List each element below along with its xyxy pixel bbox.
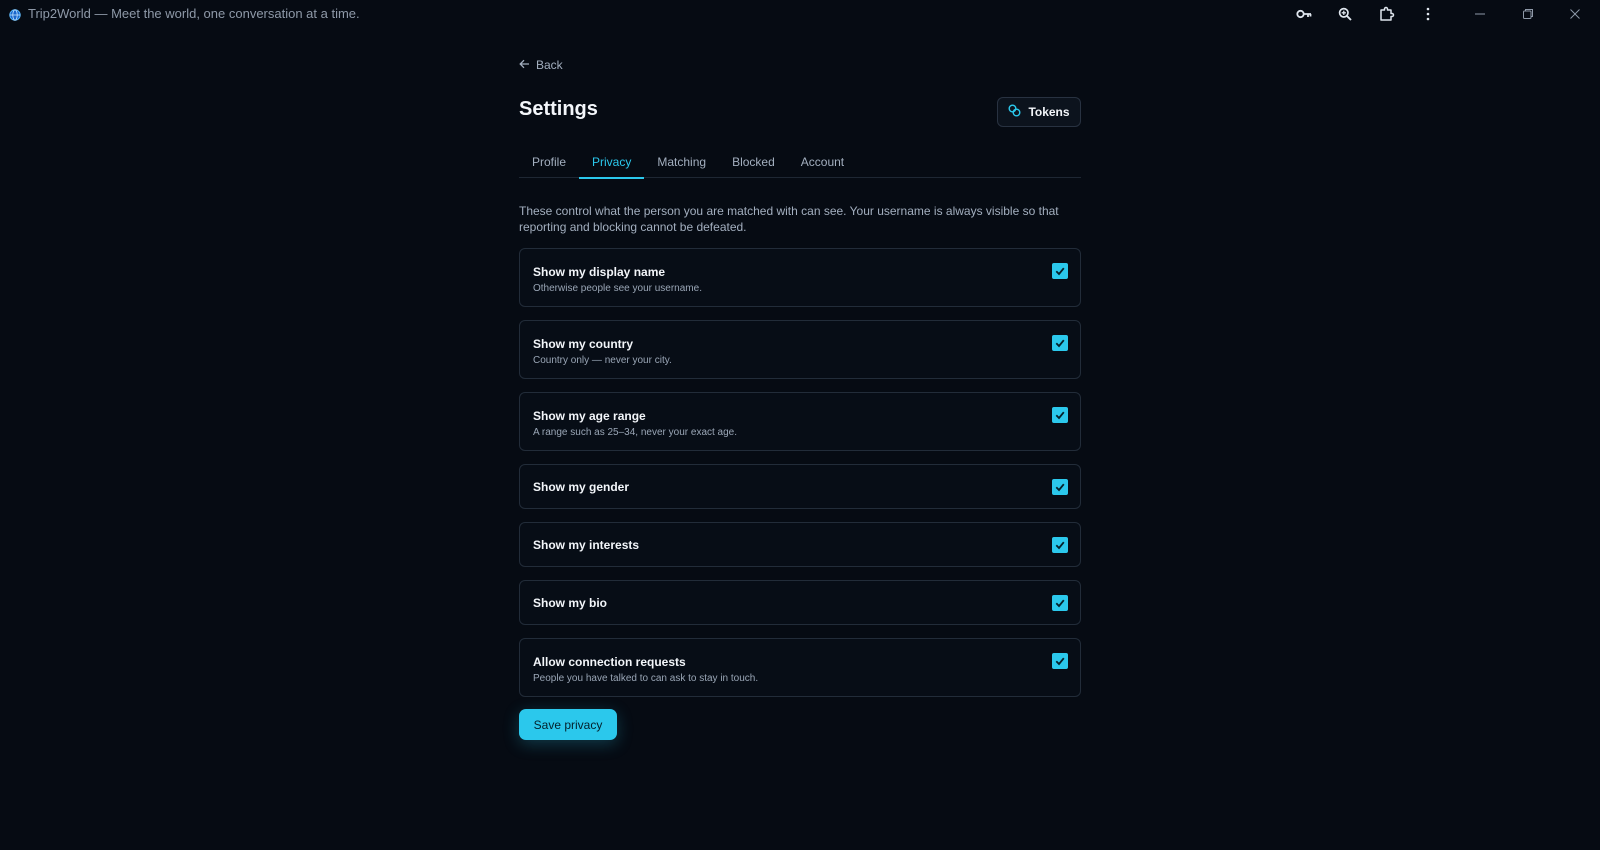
key-icon[interactable] (1293, 4, 1315, 24)
window-title: Trip2World — Meet the world, one convers… (28, 6, 360, 21)
display-name-checkbox[interactable] (1052, 263, 1068, 279)
option-title: Show my country (533, 337, 634, 351)
check-icon (1055, 267, 1065, 276)
more-menu-icon[interactable] (1417, 4, 1439, 24)
option-title: Show my display name (533, 265, 666, 279)
check-icon (1055, 657, 1065, 666)
option-title: Show my bio (533, 596, 608, 610)
option-age-range: Show my age range A range such as 25–34,… (519, 392, 1081, 451)
window-titlebar: Trip2World — Meet the world, one convers… (0, 0, 1600, 28)
option-country: Show my country Country only — never you… (519, 320, 1081, 379)
gender-checkbox[interactable] (1052, 479, 1068, 495)
arrow-left-icon (519, 58, 530, 72)
option-interests: Show my interests (519, 522, 1081, 567)
check-icon (1055, 541, 1065, 550)
save-privacy-button[interactable]: Save privacy (519, 709, 617, 740)
check-icon (1055, 339, 1065, 348)
option-description: A range such as 25–34, never your exact … (533, 427, 738, 438)
option-connection-requests: Allow connection requests People you hav… (519, 638, 1081, 697)
back-label: Back (536, 58, 563, 72)
tab-matching[interactable]: Matching (644, 146, 719, 178)
option-title: Show my age range (533, 409, 646, 423)
tab-blocked[interactable]: Blocked (719, 146, 788, 178)
privacy-intro: These control what the person you are ma… (519, 204, 1059, 234)
check-icon (1055, 599, 1065, 608)
close-icon[interactable] (1564, 4, 1586, 24)
settings-tabs: Profile Privacy Matching Blocked Account (519, 146, 1081, 179)
tab-account[interactable]: Account (788, 146, 857, 178)
option-description: People you have talked to can ask to sta… (533, 673, 759, 684)
option-display-name: Show my display name Otherwise people se… (519, 248, 1081, 307)
back-link[interactable]: Back (519, 58, 563, 72)
check-icon (1055, 411, 1065, 420)
option-bio: Show my bio (519, 580, 1081, 625)
option-title: Show my gender (533, 480, 630, 494)
globe-icon (9, 8, 21, 21)
option-description: Country only — never your city. (533, 355, 672, 366)
tab-privacy[interactable]: Privacy (579, 146, 645, 179)
interests-checkbox[interactable] (1052, 537, 1068, 553)
tokens-label: Tokens (1028, 105, 1070, 119)
minimize-icon[interactable] (1469, 4, 1491, 24)
option-title: Show my interests (533, 538, 640, 552)
check-icon (1055, 483, 1065, 492)
bio-checkbox[interactable] (1052, 595, 1068, 611)
tab-profile[interactable]: Profile (519, 146, 579, 178)
tokens-button[interactable]: Tokens (997, 97, 1081, 127)
age-range-checkbox[interactable] (1052, 407, 1068, 423)
extensions-icon[interactable] (1376, 4, 1398, 24)
page-title: Settings (519, 98, 598, 120)
link-icon (1008, 104, 1021, 120)
option-title: Allow connection requests (533, 655, 686, 669)
option-description: Otherwise people see your username. (533, 283, 702, 294)
option-gender: Show my gender (519, 464, 1081, 509)
country-checkbox[interactable] (1052, 335, 1068, 351)
restore-icon[interactable] (1517, 4, 1539, 24)
privacy-options: Show my display name Otherwise people se… (519, 248, 1081, 710)
connection-requests-checkbox[interactable] (1052, 653, 1068, 669)
zoom-icon[interactable] (1334, 4, 1356, 24)
